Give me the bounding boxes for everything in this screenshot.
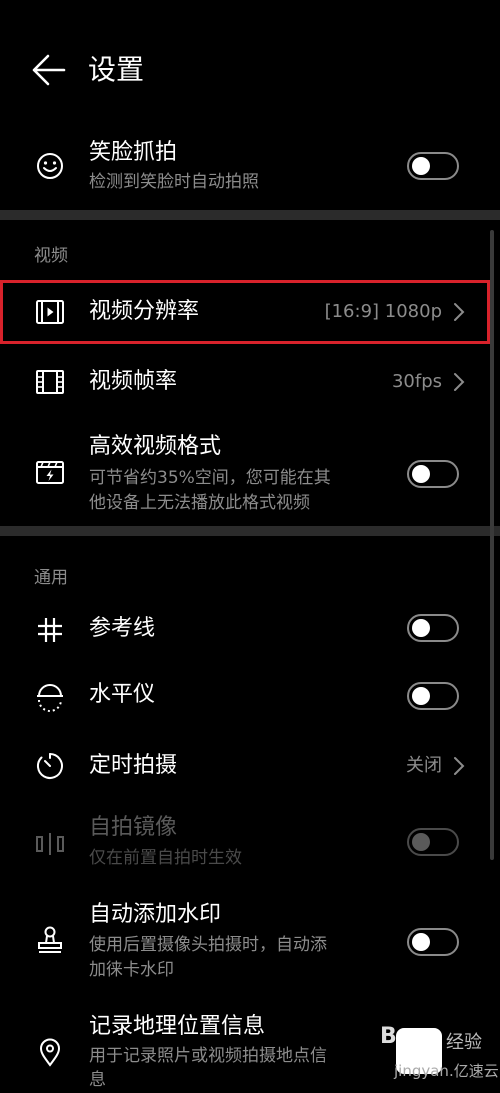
smile-icon — [34, 150, 66, 182]
timer-value: 关闭 — [406, 755, 442, 776]
page-title: 设置 — [88, 53, 145, 86]
row-subtitle: 检测到笑脸时自动拍照 — [89, 172, 259, 192]
scrollbar[interactable] — [490, 230, 494, 860]
smile-capture-toggle[interactable] — [407, 152, 459, 180]
back-button[interactable] — [30, 52, 70, 88]
level-icon — [34, 680, 66, 712]
film-icon — [34, 366, 66, 398]
toggle-knob — [412, 687, 430, 705]
site-watermark: B 经验 jingyan.亿速云 — [370, 1020, 500, 1084]
watermark-text-b: B — [380, 1024, 397, 1049]
row-subtitle-line2: 他设备上无法播放此格式视频 — [89, 493, 310, 513]
row-title: 参考线 — [89, 616, 156, 641]
lightning-video-icon — [34, 456, 66, 488]
mirror-toggle — [407, 828, 459, 856]
grid-lines-row[interactable]: 参考线 — [0, 600, 500, 660]
hash-icon — [34, 614, 66, 646]
row-subtitle-line2: 加徕卡水印 — [89, 960, 174, 980]
row-title: 自动添加水印 — [89, 902, 222, 927]
location-pin-icon — [34, 1036, 66, 1068]
row-subtitle: 仅在前置自拍时生效 — [89, 848, 242, 868]
section-header-video: 视频 — [34, 246, 68, 266]
row-subtitle-line1: 可节省约35%空间，您可能在其 — [89, 468, 331, 488]
timer-icon — [34, 750, 66, 782]
efficient-format-row[interactable]: 高效视频格式 可节省约35%空间，您可能在其 他设备上无法播放此格式视频 — [0, 430, 500, 520]
section-divider — [0, 210, 500, 220]
mirror-icon — [34, 828, 66, 860]
row-title: 高效视频格式 — [89, 434, 222, 459]
watermark-text-jingyan: 经验 — [446, 1032, 482, 1053]
row-title: 记录地理位置信息 — [89, 1014, 266, 1039]
row-subtitle-line1: 用于记录照片或视频拍摄地点信 — [89, 1046, 327, 1066]
toggle-knob — [412, 157, 430, 175]
video-frame-rate-value: 30fps — [391, 371, 442, 392]
timer-row[interactable]: 定时拍摄 关闭 — [0, 734, 500, 798]
header: 设置 — [0, 0, 500, 140]
toggle-knob — [412, 619, 430, 637]
arrow-left-icon — [32, 54, 66, 86]
watermark-text-domain: jingyan.亿速云 — [394, 1062, 499, 1080]
row-title: 水平仪 — [89, 682, 156, 707]
row-title: 自拍镜像 — [89, 815, 178, 840]
grid-lines-toggle[interactable] — [407, 614, 459, 642]
stamp-icon — [34, 924, 66, 956]
toggle-knob — [412, 833, 430, 851]
row-subtitle-line1: 使用后置摄像头拍摄时，自动添 — [89, 935, 327, 955]
smile-capture-row[interactable]: 笑脸抓拍 检测到笑脸时自动拍照 — [0, 140, 500, 206]
section-header-general: 通用 — [34, 568, 68, 588]
row-title: 视频帧率 — [89, 369, 178, 394]
level-row[interactable]: 水平仪 — [0, 666, 500, 726]
highlight-box — [0, 280, 490, 344]
row-subtitle-line2: 息 — [89, 1070, 106, 1090]
mirror-row: 自拍镜像 仅在前置自拍时生效 — [0, 810, 500, 874]
toggle-knob — [412, 465, 430, 483]
efficient-format-toggle[interactable] — [407, 460, 459, 488]
watermark-toggle[interactable] — [407, 928, 459, 956]
video-frame-rate-row[interactable]: 视频帧率 30fps — [0, 350, 500, 414]
chevron-right-icon — [452, 756, 466, 776]
level-toggle[interactable] — [407, 682, 459, 710]
toggle-knob — [412, 933, 430, 951]
chevron-right-icon — [452, 372, 466, 392]
row-title: 定时拍摄 — [89, 753, 178, 778]
section-divider — [0, 526, 500, 536]
row-title: 笑脸抓拍 — [89, 140, 178, 165]
watermark-row[interactable]: 自动添加水印 使用后置摄像头拍摄时，自动添 加徕卡水印 — [0, 898, 500, 988]
